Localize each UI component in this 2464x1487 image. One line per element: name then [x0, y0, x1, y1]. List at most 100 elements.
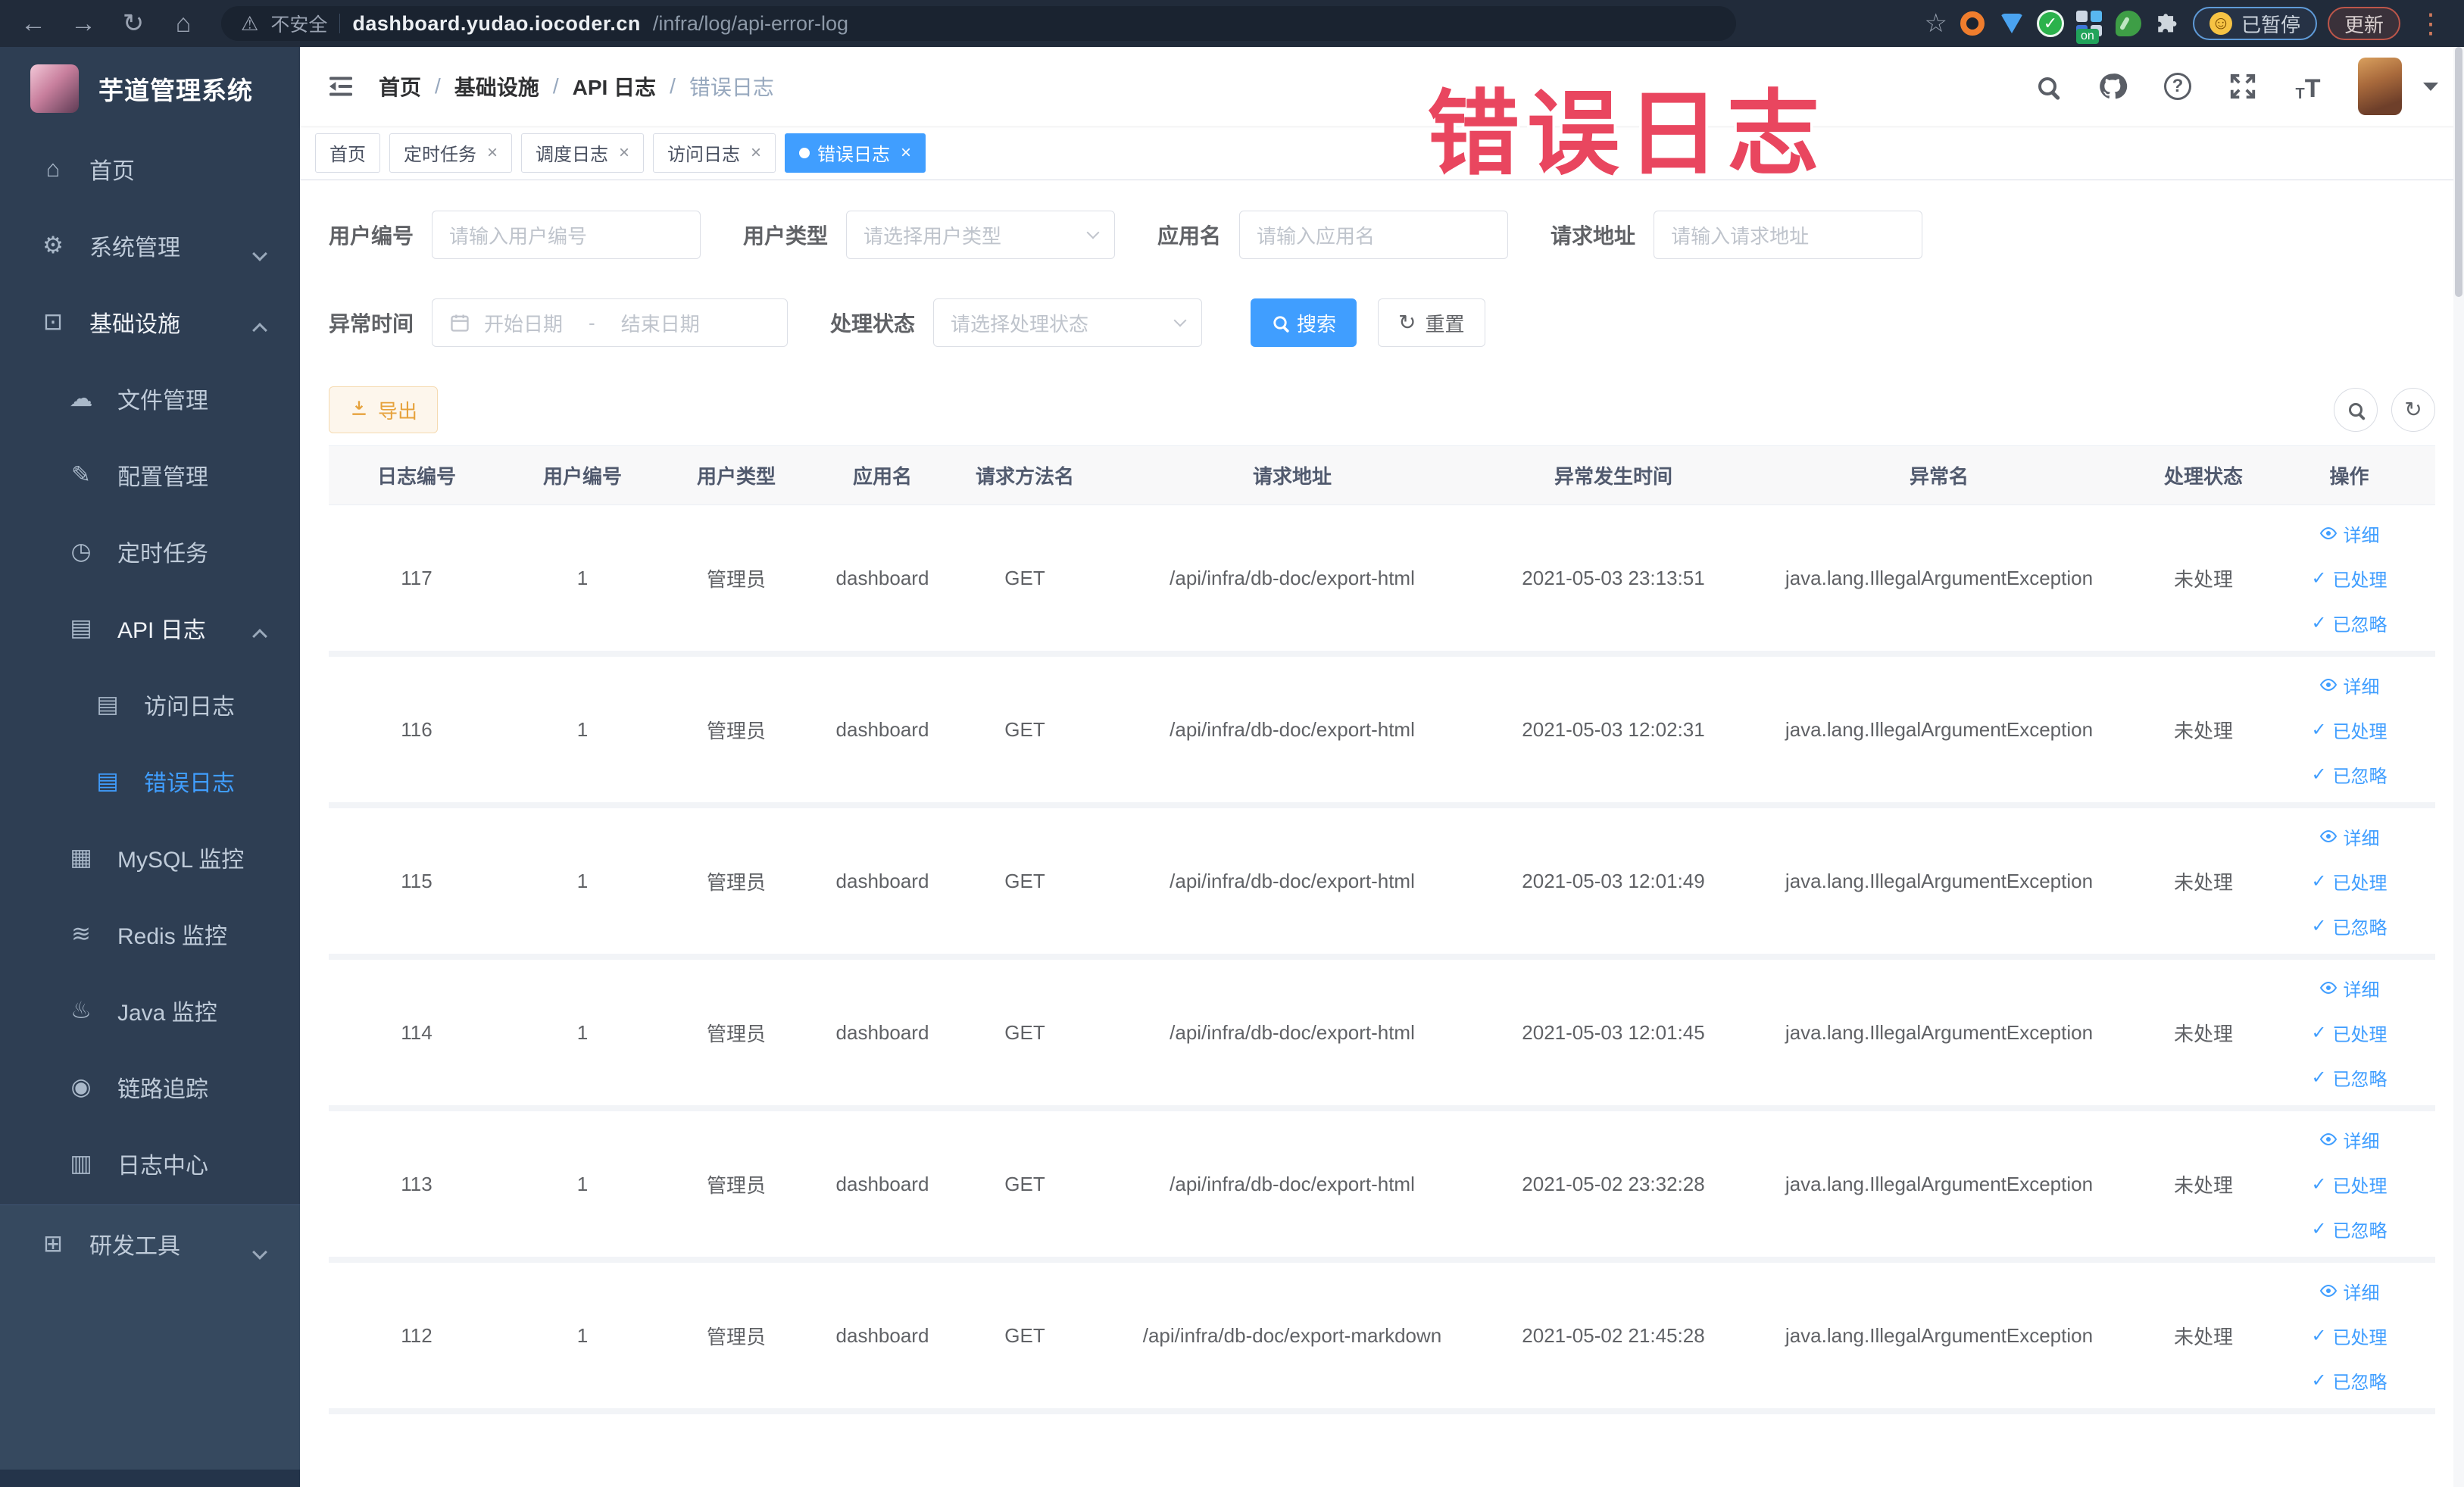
tab-access-log[interactable]: 访问日志 × — [653, 133, 776, 173]
avatar[interactable] — [2358, 58, 2402, 115]
search-button[interactable]: 搜索 — [1251, 298, 1357, 347]
tool-icon: ⊞ — [43, 1229, 63, 1257]
breadcrumb-item[interactable]: 首页 — [379, 71, 421, 102]
sidebar-item-label: 首页 — [89, 158, 135, 184]
action-已忽略[interactable]: ✓ 已忽略 — [2311, 610, 2387, 636]
font-size-icon[interactable]: TT — [2293, 71, 2323, 102]
sidebar-item-java[interactable]: ♨ Java 监控 — [0, 972, 300, 1048]
app-logo-row[interactable]: 芋道管理系统 — [0, 47, 300, 130]
extensions-puzzle-icon[interactable] — [2153, 9, 2182, 38]
breadcrumb-separator: / — [552, 74, 559, 98]
sidebar-item-access-log[interactable]: ▤ 访问日志 — [0, 666, 300, 742]
exception-time-range-input[interactable]: 开始日期 - 结束日期 — [432, 298, 789, 347]
sidebar-item-job[interactable]: ◷ 定时任务 — [0, 513, 300, 589]
reset-button[interactable]: ↻ 重置 — [1378, 298, 1485, 347]
action-已处理[interactable]: ✓ 已处理 — [2311, 1171, 2387, 1198]
update-button[interactable]: 更新 — [2327, 7, 2400, 40]
tab-job-log[interactable]: 调度日志 × — [521, 133, 645, 173]
extension-grid-icon[interactable]: on — [2075, 9, 2103, 44]
fullscreen-icon[interactable] — [2228, 71, 2258, 102]
sidebar-item-label: API 日志 — [117, 617, 206, 643]
bookmark-star-icon[interactable]: ☆ — [1924, 8, 1947, 39]
tab-error-log[interactable]: 错误日志 × — [785, 133, 926, 173]
user-id-input[interactable]: 请输入用户编号 — [432, 211, 701, 259]
process-status-select[interactable]: 请选择处理状态 — [933, 298, 1203, 347]
browser-reload-icon[interactable]: ↻ — [114, 8, 153, 39]
sidebar-item-error-log[interactable]: ▤ 错误日志 — [0, 742, 300, 819]
user-type-select[interactable]: 请选择用户类型 — [846, 211, 1116, 259]
app-name-input[interactable]: 请输入应用名 — [1239, 211, 1509, 259]
address-bar[interactable]: ⚠ 不安全 dashboard.yudao.iocoder.cn/infra/l… — [221, 6, 1736, 41]
sidebar-item-dev-tools[interactable]: ⊞ 研发工具 — [0, 1205, 300, 1282]
refresh-button[interactable]: ↻ — [2391, 388, 2435, 432]
browser-home-icon[interactable]: ⌂ — [164, 9, 203, 39]
cell-method: GET — [1004, 869, 1045, 892]
action-已忽略[interactable]: ✓ 已忽略 — [2311, 1216, 2387, 1242]
close-icon[interactable]: × — [901, 142, 911, 164]
action-详细[interactable]: 详细 — [2319, 672, 2380, 698]
extension-leaf-icon[interactable] — [2114, 9, 2143, 38]
sidebar-item-log-center[interactable]: ▥ 日志中心 — [0, 1125, 300, 1201]
cell-user-type: 管理员 — [706, 1022, 766, 1045]
warning-icon: ⚠ — [241, 11, 259, 35]
sidebar-item-mysql[interactable]: ▦ MySQL 监控 — [0, 819, 300, 895]
breadcrumb-item[interactable]: API 日志 — [573, 71, 656, 102]
extension-fin-icon[interactable] — [1997, 9, 2026, 38]
action-详细[interactable]: 详细 — [2319, 1126, 2380, 1153]
action-已处理[interactable]: ✓ 已处理 — [2311, 1323, 2387, 1349]
toggle-search-button[interactable] — [2334, 388, 2378, 432]
action-已忽略[interactable]: ✓ 已忽略 — [2311, 1064, 2387, 1091]
github-icon[interactable] — [2097, 71, 2128, 102]
search-icon[interactable] — [2032, 71, 2063, 102]
cell-url: /api/infra/db-doc/export-html — [1170, 1020, 1415, 1044]
question-icon[interactable]: ? — [2163, 71, 2193, 102]
action-label: 详细 — [2343, 1131, 2380, 1152]
browser-menu-icon[interactable]: ⋮ — [2411, 8, 2450, 39]
request-url-input[interactable]: 请输入请求地址 — [1654, 211, 1923, 259]
action-已处理[interactable]: ✓ 已处理 — [2311, 565, 2387, 592]
scrollbar-thumb[interactable] — [2455, 47, 2462, 297]
sidebar-item-redis[interactable]: ≋ Redis 监控 — [0, 895, 300, 972]
extension-adblock-icon[interactable] — [1958, 9, 1987, 38]
update-label: 更新 — [2344, 13, 2384, 36]
action-label: 已处理 — [2332, 1327, 2387, 1348]
cell-app-name: dashboard — [835, 1020, 929, 1044]
sidebar-item-infra[interactable]: ⊡ 基础设施 — [0, 283, 300, 360]
check-icon: ✓ — [2311, 1370, 2327, 1391]
action-已忽略[interactable]: ✓ 已忽略 — [2311, 761, 2387, 788]
sidebar-item-api-log[interactable]: ▤ API 日志 — [0, 589, 300, 666]
action-已处理[interactable]: ✓ 已处理 — [2311, 868, 2387, 895]
action-详细[interactable]: 详细 — [2319, 975, 2380, 1001]
sidebar-item-label: 错误日志 — [144, 770, 235, 796]
cell-time: 2021-05-03 12:01:49 — [1522, 869, 1705, 892]
close-icon[interactable]: × — [751, 142, 761, 164]
action-已忽略[interactable]: ✓ 已忽略 — [2311, 1367, 2387, 1394]
browser-back-icon[interactable]: ← — [14, 9, 53, 39]
action-已处理[interactable]: ✓ 已处理 — [2311, 717, 2387, 743]
breadcrumb-item[interactable]: 基础设施 — [454, 71, 539, 102]
browser-forward-icon[interactable]: → — [64, 9, 103, 39]
sidebar-item-config[interactable]: ✎ 配置管理 — [0, 436, 300, 513]
action-详细[interactable]: 详细 — [2319, 823, 2380, 850]
hamburger-icon[interactable] — [326, 71, 356, 102]
action-已忽略[interactable]: ✓ 已忽略 — [2311, 913, 2387, 939]
close-icon[interactable]: × — [487, 142, 498, 164]
sidebar-item-label: 配置管理 — [117, 464, 208, 490]
paused-chip[interactable]: ☺ 已暂停 — [2192, 7, 2317, 40]
export-button[interactable]: 导出 — [329, 386, 439, 433]
action-详细[interactable]: 详细 — [2319, 520, 2380, 547]
sidebar-item-home[interactable]: ⌂ 首页 — [0, 130, 300, 207]
scrollbar[interactable] — [2453, 47, 2464, 1487]
tab-home[interactable]: 首页 — [315, 133, 380, 173]
extension-check-icon[interactable]: ✓ — [2036, 10, 2064, 37]
tab-label: 错误日志 — [817, 145, 891, 165]
sidebar-item-trace[interactable]: ◉ 链路追踪 — [0, 1048, 300, 1125]
sidebar-item-system[interactable]: ⚙ 系统管理 — [0, 207, 300, 283]
cell-status: 未处理 — [2173, 1325, 2233, 1348]
close-icon[interactable]: × — [619, 142, 629, 164]
sidebar-item-file[interactable]: ☁ 文件管理 — [0, 360, 300, 436]
tab-job[interactable]: 定时任务 × — [389, 133, 513, 173]
chevron-down-icon[interactable] — [2423, 82, 2438, 91]
action-详细[interactable]: 详细 — [2319, 1278, 2380, 1304]
action-已处理[interactable]: ✓ 已处理 — [2311, 1020, 2387, 1046]
